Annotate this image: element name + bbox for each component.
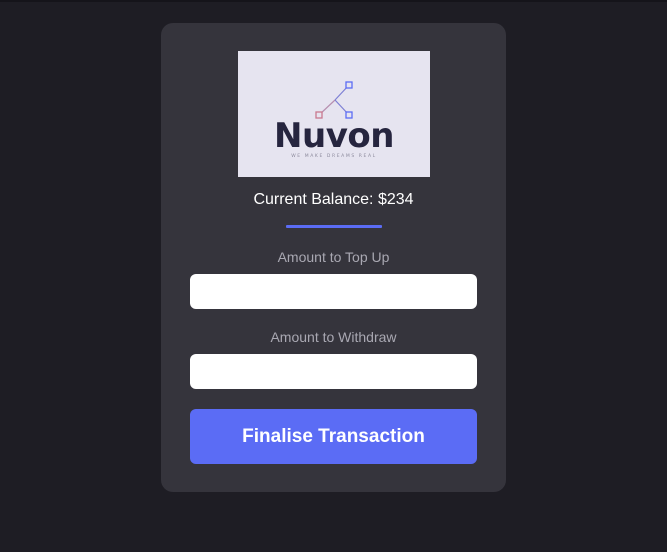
- window-top-border: [0, 0, 667, 2]
- accent-divider: [286, 225, 382, 228]
- balance-label: Current Balance:: [253, 191, 374, 208]
- transaction-card: Nuvon WE MAKE DREAMS REAL Current Balanc…: [161, 23, 506, 492]
- logo-tagline: WE MAKE DREAMS REAL: [291, 154, 377, 159]
- withdraw-label: Amount to Withdraw: [270, 329, 397, 345]
- current-balance: Current Balance: $234: [161, 190, 506, 210]
- top-up-label: Amount to Top Up: [277, 249, 390, 265]
- finalise-transaction-button[interactable]: Finalise Transaction: [190, 409, 477, 464]
- nuvon-logo: Nuvon WE MAKE DREAMS REAL: [238, 51, 430, 177]
- top-up-amount-input[interactable]: [190, 274, 477, 309]
- logo-wordmark: Nuvon: [274, 116, 394, 156]
- withdraw-amount-input[interactable]: [190, 354, 477, 389]
- balance-value: $234: [377, 191, 414, 208]
